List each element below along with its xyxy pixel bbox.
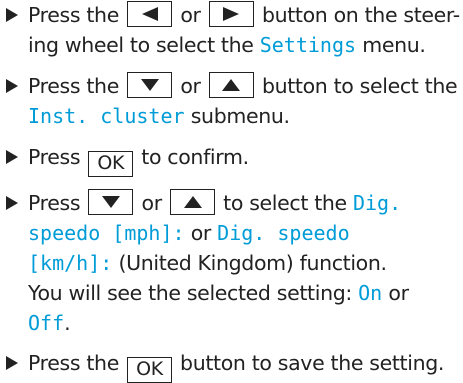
step-text: or <box>180 74 201 98</box>
step-text: Press <box>28 191 81 215</box>
step-text: Press <box>28 145 81 169</box>
bullet-triangle-icon <box>6 150 18 164</box>
arrow-up-icon <box>222 79 241 91</box>
step-text: menu. <box>362 33 426 57</box>
arrow-left-icon <box>141 7 158 21</box>
instruction-step-2: Press the or button to select the Inst. … <box>4 71 463 131</box>
arrow-right-key <box>208 1 254 27</box>
step-text: . <box>64 311 71 335</box>
step-text: button on the steer- <box>261 3 460 27</box>
arrow-down-icon <box>140 79 159 91</box>
instruction-step-1: Press the or button on the steer- ing wh… <box>4 0 463 60</box>
arrow-down-key <box>88 189 134 215</box>
bullet-triangle-icon <box>6 8 18 22</box>
step-text: button to save the setting. <box>180 351 445 375</box>
step-text: submenu. <box>190 104 290 128</box>
step-text: ing wheel to select the <box>28 33 254 57</box>
step-text: to confirm. <box>141 145 249 169</box>
arrow-up-icon <box>183 196 202 208</box>
step-text: (United Kingdom) function. <box>118 251 387 275</box>
arrow-left-key <box>127 1 173 27</box>
arrow-up-key <box>170 189 215 215</box>
step-text: or <box>190 221 212 245</box>
display-message: Dig. <box>352 191 402 215</box>
arrow-right-icon <box>223 7 240 21</box>
bullet-triangle-icon <box>6 79 18 93</box>
step-text: Press the <box>28 3 119 27</box>
display-message: Settings <box>259 33 357 57</box>
step-text: or <box>388 281 409 305</box>
instruction-step-5: Press the OK button to save the setting. <box>4 348 463 383</box>
step-text: You will see the selected setting: <box>28 281 352 305</box>
step-text: button to select the <box>261 74 458 98</box>
bullet-triangle-icon <box>6 356 18 370</box>
display-message: [km/h]: <box>28 251 113 275</box>
arrow-down-key <box>127 72 173 98</box>
step-text: Press the <box>28 351 119 375</box>
display-message: Dig. speedo <box>217 221 350 245</box>
arrow-down-icon <box>101 196 120 208</box>
arrow-up-key <box>208 72 254 98</box>
ok-key: OK <box>127 357 172 383</box>
step-text: or <box>141 191 163 215</box>
instruction-step-3: Press OK to confirm. <box>4 142 463 177</box>
display-message: speedo [mph]: <box>28 221 185 245</box>
setting-value-off: Off <box>28 311 65 335</box>
step-text: Press the <box>28 74 119 98</box>
ok-key: OK <box>88 151 134 177</box>
instruction-step-4: Press or to select the Dig. speedo [mph]… <box>4 188 463 338</box>
setting-value-on: On <box>358 281 383 305</box>
step-text: to select the <box>223 191 347 215</box>
instruction-list: Press the or button on the steer- ing wh… <box>4 0 463 383</box>
display-message: Inst. cluster <box>28 104 185 128</box>
step-text: or <box>180 3 201 27</box>
bullet-triangle-icon <box>6 196 18 210</box>
